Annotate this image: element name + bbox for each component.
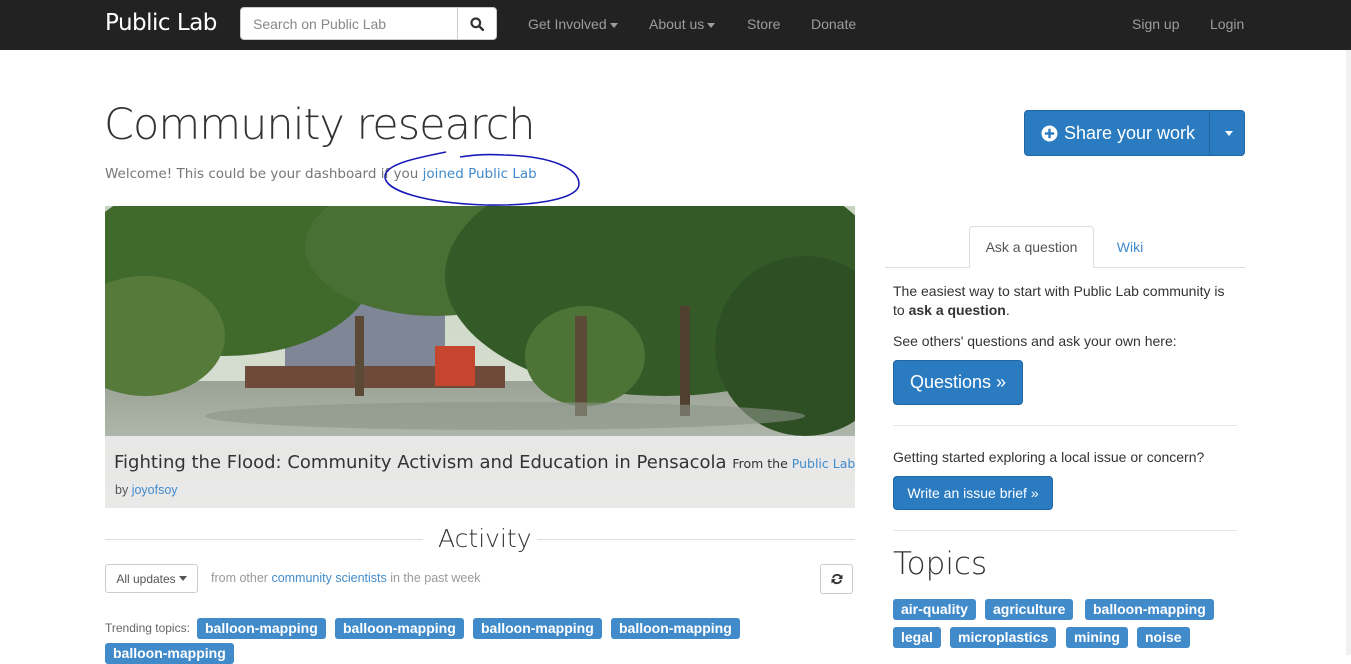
trending-tag[interactable]: balloon-mapping bbox=[473, 618, 602, 639]
tab-ask-a-question[interactable]: Ask a question bbox=[969, 226, 1094, 268]
search-button[interactable] bbox=[457, 8, 496, 39]
activity-divider-right bbox=[537, 539, 855, 540]
nav-about-us[interactable]: About us bbox=[649, 16, 716, 32]
caret-down-icon bbox=[1224, 130, 1233, 136]
nav-get-involved[interactable]: Get Involved bbox=[528, 16, 618, 32]
topics-heading: Topics bbox=[893, 546, 988, 582]
filter-suffix: in the past week bbox=[386, 571, 481, 585]
filter-label: All updates bbox=[116, 571, 176, 586]
share-main[interactable]: Share your work bbox=[1025, 111, 1211, 155]
topic-tag[interactable]: noise bbox=[1137, 627, 1190, 648]
page-title: Community research bbox=[104, 100, 536, 150]
trending-tag[interactable]: balloon-mapping bbox=[335, 618, 464, 639]
ask-intro-suffix: . bbox=[1005, 302, 1010, 318]
search-box bbox=[240, 7, 497, 40]
activity-divider-left bbox=[105, 539, 423, 540]
nav-about-us-label: About us bbox=[649, 16, 705, 32]
nav-store[interactable]: Store bbox=[747, 16, 780, 32]
welcome-prefix: Welcome! This could be your dashboard if… bbox=[105, 166, 423, 182]
updates-filter-dropdown[interactable]: All updates bbox=[105, 564, 198, 593]
ask-intro-bold: ask a question bbox=[908, 302, 1006, 318]
topic-tag[interactable]: mining bbox=[1066, 627, 1128, 648]
nav-get-involved-label: Get Involved bbox=[528, 16, 607, 32]
nav-donate[interactable]: Donate bbox=[811, 16, 856, 32]
byline-prefix: by bbox=[115, 483, 132, 497]
filter-prefix: from other bbox=[211, 571, 272, 585]
trending-tag[interactable]: balloon-mapping bbox=[611, 618, 740, 639]
featured-byline: by joyofsoy bbox=[115, 483, 178, 497]
getting-started-text: Getting started exploring a local issue … bbox=[893, 449, 1205, 465]
topic-tag[interactable]: balloon-mapping bbox=[1085, 599, 1214, 620]
search-input[interactable] bbox=[241, 8, 459, 39]
caret-down-icon bbox=[609, 22, 618, 28]
featured-from-prefix: From the bbox=[732, 456, 792, 471]
sidebar-divider bbox=[893, 530, 1237, 531]
trending-label: Trending topics: bbox=[105, 621, 190, 635]
sidebar-divider bbox=[893, 425, 1237, 426]
see-others-text: See others' questions and ask your own h… bbox=[893, 333, 1177, 349]
featured-title[interactable]: Fighting the Flood: Community Activism a… bbox=[114, 452, 727, 473]
trending-tag[interactable]: balloon-mapping bbox=[197, 618, 326, 639]
welcome-text: Welcome! This could be your dashboard if… bbox=[105, 166, 537, 182]
topic-tag[interactable]: legal bbox=[893, 627, 941, 648]
brand-logo[interactable]: Public Lab bbox=[105, 10, 217, 36]
nav-signup[interactable]: Sign up bbox=[1132, 16, 1179, 32]
tab-wiki[interactable]: Wiki bbox=[1105, 226, 1155, 268]
questions-button[interactable]: Questions » bbox=[893, 360, 1023, 405]
featured-story[interactable]: Fighting the Flood: Community Activism a… bbox=[105, 206, 855, 508]
topic-tag[interactable]: air-quality bbox=[893, 599, 976, 620]
refresh-icon bbox=[831, 573, 842, 585]
topic-tag[interactable]: agriculture bbox=[985, 599, 1074, 620]
topic-tag[interactable]: microplastics bbox=[950, 627, 1057, 648]
nav-login[interactable]: Login bbox=[1210, 16, 1244, 32]
featured-source: From the Public Lab Blog bbox=[732, 456, 855, 471]
featured-caption: Fighting the Flood: Community Activism a… bbox=[105, 436, 855, 508]
ask-intro: The easiest way to start with Public Lab… bbox=[893, 282, 1238, 320]
share-dropdown-toggle[interactable] bbox=[1209, 111, 1244, 155]
issue-brief-button[interactable]: Write an issue brief » bbox=[893, 476, 1053, 510]
activity-heading: Activity bbox=[438, 524, 532, 553]
refresh-button[interactable] bbox=[820, 564, 853, 594]
top-navbar: Public Lab Get Involved About us Store D… bbox=[0, 0, 1351, 50]
plus-circle-icon bbox=[1041, 125, 1058, 141]
trending-tag[interactable]: balloon-mapping bbox=[105, 643, 234, 664]
caret-down-icon bbox=[178, 576, 187, 581]
share-label: Share your work bbox=[1063, 122, 1196, 143]
share-your-work-button[interactable]: Share your work bbox=[1024, 110, 1245, 156]
author-link[interactable]: joyofsoy bbox=[132, 483, 178, 497]
page-scrollbar[interactable] bbox=[1346, 50, 1351, 655]
blog-link[interactable]: Public Lab Blog bbox=[792, 456, 855, 471]
search-icon bbox=[470, 16, 484, 31]
featured-title-row: Fighting the Flood: Community Activism a… bbox=[114, 452, 855, 473]
filter-description: from other community scientists in the p… bbox=[211, 571, 481, 585]
community-scientists-link[interactable]: community scientists bbox=[271, 571, 386, 585]
join-link[interactable]: joined Public Lab bbox=[423, 166, 537, 182]
caret-down-icon bbox=[707, 22, 716, 28]
